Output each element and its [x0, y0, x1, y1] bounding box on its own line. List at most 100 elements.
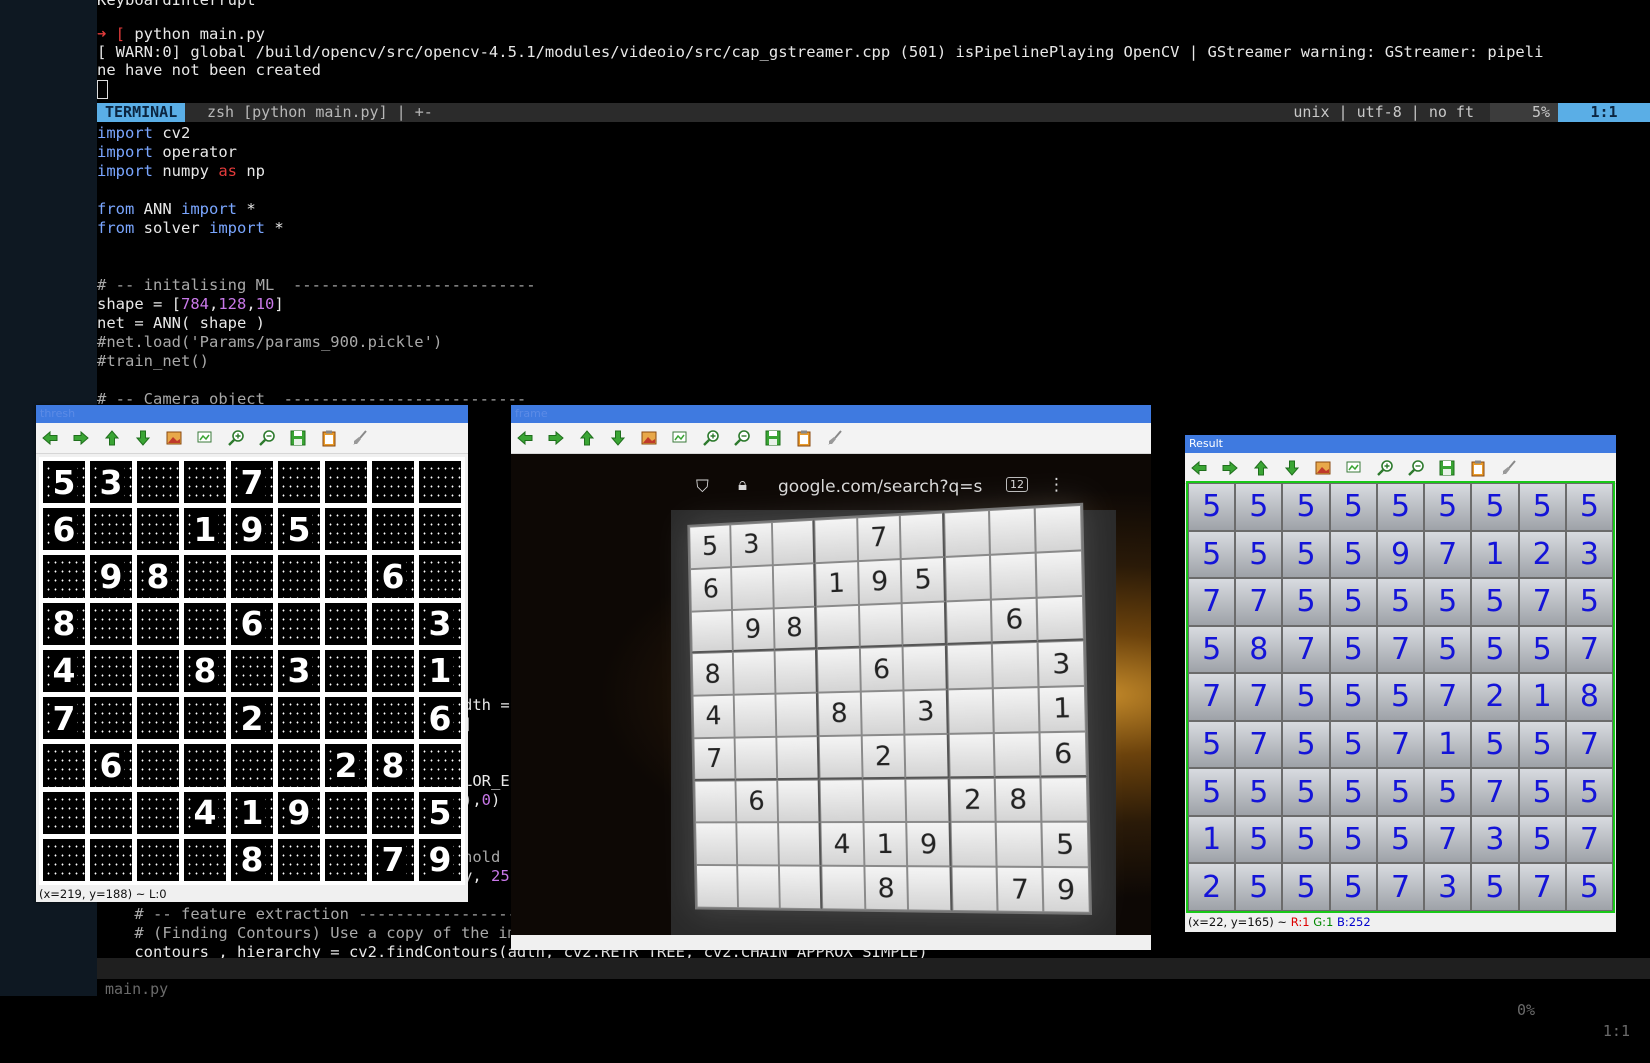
- cell-digit: 8: [191, 651, 219, 691]
- cell-digit: 7: [1438, 822, 1458, 858]
- result-image[interactable]: 5555555555555971237755555755875755577755…: [1186, 481, 1615, 913]
- sudoku-cell: [989, 507, 1036, 555]
- arrow-down-icon[interactable]: [609, 429, 627, 447]
- sudoku-cell: 5: [1329, 815, 1377, 864]
- image-icon[interactable]: [1314, 459, 1332, 477]
- zoom-out-icon[interactable]: [1407, 459, 1425, 477]
- sudoku-cell: [325, 555, 367, 598]
- cell-digit: 5: [1296, 679, 1316, 715]
- arrow-left-icon[interactable]: [1190, 459, 1208, 477]
- shield-icon: ⛉: [696, 477, 709, 497]
- window-title[interactable]: Result: [1185, 435, 1616, 453]
- clipboard-icon[interactable]: [795, 429, 813, 447]
- camera-frame[interactable]: ⛉ 🔒︎ google.com/search?q=s 12 ⋮ 53761959…: [511, 454, 1151, 935]
- arrow-up-icon[interactable]: [103, 429, 121, 447]
- clipboard-icon[interactable]: [320, 429, 338, 447]
- sudoku-cell: [419, 508, 461, 551]
- thresh-image[interactable]: 537619598686348317266284195879: [39, 457, 465, 885]
- sudoku-cell: 5: [1188, 483, 1236, 531]
- cell-digit: 9: [97, 557, 125, 597]
- zoom-out-icon[interactable]: [733, 429, 751, 447]
- thresh-window[interactable]: thresh 537619598686348317266284195879 (x…: [36, 405, 468, 902]
- arrow-up-icon[interactable]: [1252, 459, 1270, 477]
- sudoku-cell: 5: [1424, 578, 1472, 626]
- sudoku-cell: 7: [1424, 530, 1472, 579]
- arrow-up-icon[interactable]: [578, 429, 596, 447]
- sudoku-cell: 2: [325, 744, 367, 787]
- sudoku-cell: 5: [1329, 530, 1377, 579]
- save-icon[interactable]: [1438, 459, 1456, 477]
- cell-digit: 7: [1579, 631, 1599, 667]
- zoom-in-icon[interactable]: [1376, 459, 1394, 477]
- sudoku-cell: 5: [1329, 768, 1377, 816]
- cell-digit: 5: [1390, 679, 1411, 715]
- arrow-left-icon[interactable]: [516, 429, 534, 447]
- cell-digit: 5: [1438, 489, 1458, 525]
- sudoku-cell: 5: [1235, 863, 1283, 911]
- arrow-right-icon[interactable]: [1221, 459, 1239, 477]
- sudoku-cell: 5: [1471, 625, 1519, 674]
- code-line: import cv2: [97, 124, 191, 142]
- brush-icon[interactable]: [351, 429, 369, 447]
- sudoku-cell: 1: [1424, 720, 1472, 769]
- sudoku-cell: [1034, 504, 1083, 553]
- sudoku-cell: 3: [1471, 815, 1519, 864]
- cell-digit: 7: [1249, 679, 1269, 715]
- save-icon[interactable]: [289, 429, 307, 447]
- sudoku-cell: 3: [1424, 863, 1472, 911]
- zoom-in-icon[interactable]: [227, 429, 245, 447]
- sudoku-cell: 7: [1424, 673, 1472, 721]
- sudoku-cell: 5: [1471, 720, 1519, 769]
- cell-digit: 7: [1202, 679, 1222, 715]
- cell-digit: 5: [1296, 822, 1316, 858]
- zoom-out-icon[interactable]: [258, 429, 276, 447]
- cell-digit: 3: [285, 651, 313, 691]
- cell-digit: 7: [870, 522, 888, 554]
- sudoku-cell: 7: [1188, 578, 1236, 626]
- sudoku-cell: 7: [1424, 815, 1472, 864]
- brush-icon[interactable]: [1500, 459, 1518, 477]
- sudoku-cell: 5: [1188, 625, 1236, 674]
- sudoku-cell: [1040, 776, 1088, 823]
- arrow-down-icon[interactable]: [134, 429, 152, 447]
- frame-window[interactable]: frame ⛉ 🔒︎ google.com/search?q=s 12 ⋮ 53…: [511, 405, 1151, 950]
- sudoku-cell: 7: [1518, 578, 1566, 626]
- cell-digit: 2: [1202, 869, 1222, 905]
- clipboard-icon[interactable]: [1469, 459, 1487, 477]
- zoom-region-icon[interactable]: [1345, 459, 1363, 477]
- sudoku-cell: 7: [231, 461, 273, 504]
- sudoku-cell: [419, 744, 461, 787]
- arrow-left-icon[interactable]: [41, 429, 59, 447]
- code-comment: # (Finding Contours) Use a copy of the i…: [97, 924, 545, 942]
- cell-digit: 9: [1390, 536, 1411, 572]
- image-icon[interactable]: [640, 429, 658, 447]
- cell-digit: 8: [1008, 783, 1028, 816]
- cell-digit: 4: [50, 651, 78, 691]
- cell-digit: 5: [1296, 869, 1316, 905]
- window-title[interactable]: frame: [511, 405, 1151, 423]
- sudoku-cell: 9: [731, 607, 775, 653]
- sudoku-cell: 1: [1518, 673, 1566, 721]
- arrow-right-icon[interactable]: [547, 429, 565, 447]
- arrow-right-icon[interactable]: [72, 429, 90, 447]
- sudoku-cell: [137, 744, 179, 787]
- brush-icon[interactable]: [826, 429, 844, 447]
- save-icon[interactable]: [764, 429, 782, 447]
- sudoku-cell: 5: [1518, 625, 1566, 674]
- window-title[interactable]: thresh: [36, 405, 468, 423]
- sudoku-cell: [137, 791, 179, 834]
- arrow-down-icon[interactable]: [1283, 459, 1301, 477]
- cell-digit: 8: [1579, 679, 1599, 715]
- zoom-in-icon[interactable]: [702, 429, 720, 447]
- cell-digit: 7: [1390, 869, 1411, 905]
- cell-digit: 9: [919, 828, 938, 861]
- sudoku-cell: 3: [1565, 530, 1613, 579]
- sudoku-cell: 3: [278, 649, 320, 693]
- zoom-region-icon[interactable]: [671, 429, 689, 447]
- result-window[interactable]: Result 555555555555597123775555575587575…: [1185, 435, 1616, 932]
- window-status: (x=22, y=165) ~ R:1 G:1 B:252: [1188, 915, 1371, 929]
- zoom-region-icon[interactable]: [196, 429, 214, 447]
- image-icon[interactable]: [165, 429, 183, 447]
- sudoku-cell: 5: [1376, 483, 1425, 531]
- cell-digit: 5: [1343, 822, 1363, 858]
